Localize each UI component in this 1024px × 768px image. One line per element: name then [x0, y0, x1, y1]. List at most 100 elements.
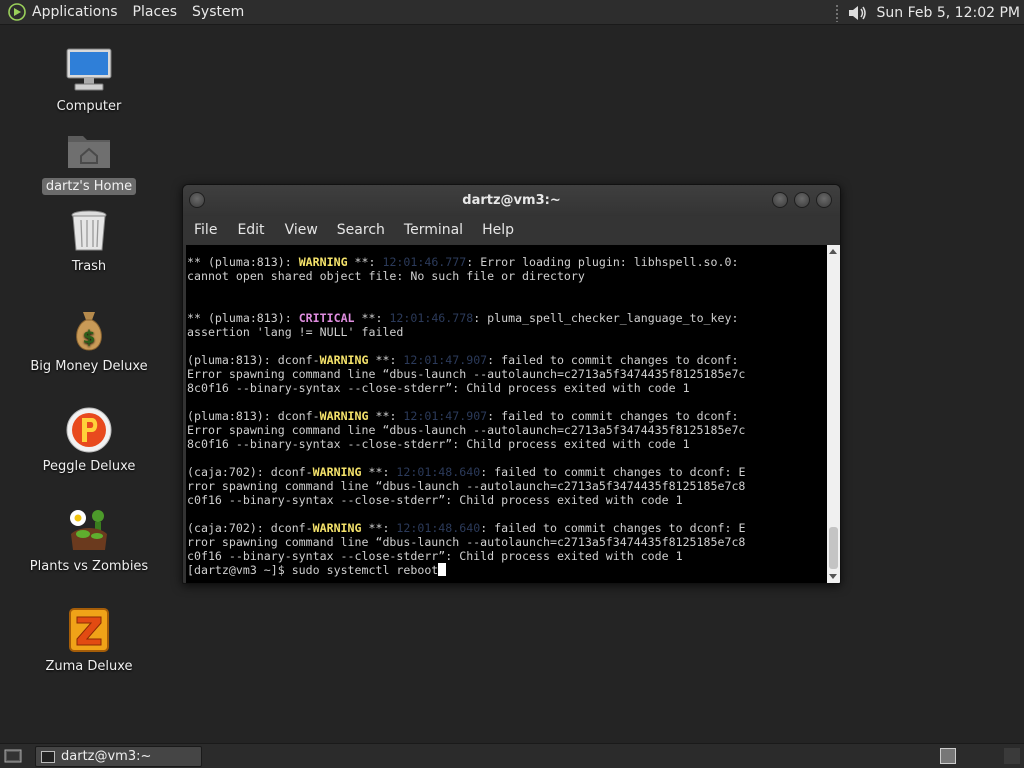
terminal-prompt-line[interactable]: [dartz@vm3 ~]$ sudo systemctl reboot — [187, 563, 828, 577]
maximize-button[interactable] — [794, 192, 810, 208]
timestamp-text: 12:01:48.640 — [396, 465, 481, 479]
show-desktop-icon[interactable] — [4, 748, 22, 764]
desktop-icon-label: Trash — [71, 259, 107, 274]
terminal-text: ** (pluma:813): — [187, 311, 299, 325]
terminal-text: : failed to commit changes to dconf: E — [480, 521, 746, 535]
desktop-icon-peggle[interactable]: Peggle Deluxe — [19, 406, 159, 475]
menu-system[interactable]: System — [192, 4, 244, 20]
terminal-text: rror spawning command line “dbus-launch … — [187, 479, 746, 493]
menu-view[interactable]: View — [285, 222, 318, 238]
warning-text: WARNING — [312, 465, 362, 479]
window-menu-button[interactable] — [189, 192, 205, 208]
minimize-button[interactable] — [772, 192, 788, 208]
timestamp-text: 12:01:46.777 — [382, 255, 467, 269]
warning-text: WARNING — [312, 521, 362, 535]
plants-vs-zombies-icon — [65, 506, 113, 554]
menu-applications[interactable]: Applications — [32, 4, 118, 20]
trash-icon — [65, 206, 113, 254]
timestamp-text: 12:01:47.907 — [403, 409, 488, 423]
terminal-line: (pluma:813): dconf-WARNING **: 12:01:47.… — [187, 409, 828, 423]
desktop-icon-zuma[interactable]: Zuma Deluxe — [19, 606, 159, 675]
terminal-text: **: — [361, 521, 397, 535]
terminal-text: : failed to commit changes to dconf: — [487, 409, 739, 423]
warning-text: WARNING — [319, 353, 369, 367]
window-title: dartz@vm3:~ — [462, 192, 561, 208]
terminal-text: **: — [368, 353, 404, 367]
scrollbar-thumb[interactable] — [829, 527, 838, 569]
desktop-icon-trash[interactable]: Trash — [19, 206, 159, 275]
desktop-icon-label: Computer — [56, 99, 122, 114]
window-titlebar[interactable]: dartz@vm3:~ — [183, 185, 840, 215]
terminal-text: : Error loading plugin: libhspell.so.0: — [466, 255, 739, 269]
workspace-2[interactable] — [1004, 748, 1020, 764]
menu-places[interactable]: Places — [133, 4, 178, 20]
timestamp-text: 12:01:46.778 — [389, 311, 474, 325]
terminal-text: c0f16 --binary-syntax --close-stderr”: C… — [187, 493, 683, 507]
panel-grip — [834, 3, 839, 22]
desktop-icon-home[interactable]: dartz's Home — [19, 126, 159, 195]
timestamp-text: 12:01:47.907 — [403, 353, 488, 367]
terminal-line: (pluma:813): dconf-WARNING **: 12:01:47.… — [187, 353, 828, 367]
terminal-scrollbar[interactable] — [827, 245, 840, 583]
warning-text: WARNING — [298, 255, 348, 269]
terminal-app-icon — [41, 750, 55, 763]
critical-text: CRITICAL — [298, 311, 355, 325]
terminal-line: rror spawning command line “dbus-launch … — [187, 535, 828, 549]
menu-help[interactable]: Help — [482, 222, 514, 238]
terminal-output[interactable]: ** (pluma:813): WARNING **: 12:01:46.777… — [186, 245, 828, 583]
terminal-line: (caja:702): dconf-WARNING **: 12:01:48.6… — [187, 521, 828, 535]
terminal-line: cannot open shared object file: No such … — [187, 269, 828, 283]
menu-terminal[interactable]: Terminal — [404, 222, 463, 238]
money-bag-icon: $ — [65, 306, 113, 354]
terminal-line: ** (pluma:813): CRITICAL **: 12:01:46.77… — [187, 311, 828, 325]
scroll-down-arrow[interactable] — [829, 574, 837, 579]
close-button[interactable] — [816, 192, 832, 208]
distro-logo-icon[interactable] — [8, 3, 26, 21]
terminal-text: 8c0f16 --binary-syntax --close-stderr”: … — [187, 381, 690, 395]
volume-icon[interactable] — [847, 3, 869, 23]
taskbar-label: dartz@vm3:~ — [61, 749, 152, 764]
workspace-1[interactable] — [940, 748, 956, 764]
panel-tray: Sun Feb 5, 12:02 PM — [834, 0, 1024, 25]
terminal-text: : failed to commit changes to dconf: — [487, 353, 739, 367]
terminal-text: (pluma:813): dconf- — [187, 409, 320, 423]
peggle-icon — [65, 406, 113, 454]
terminal-window: dartz@vm3:~ File Edit View Search Termin… — [182, 184, 841, 584]
terminal-text: rror spawning command line “dbus-launch … — [187, 535, 746, 549]
desktop-icon-big-money[interactable]: $ Big Money Deluxe — [19, 306, 159, 375]
warning-text: WARNING — [319, 409, 369, 423]
taskbar-terminal-button[interactable]: dartz@vm3:~ — [35, 746, 202, 767]
terminal-text: Error spawning command line “dbus-launch… — [187, 367, 746, 381]
menu-edit[interactable]: Edit — [237, 222, 264, 238]
timestamp-text: 12:01:48.640 — [396, 521, 481, 535]
desktop-icon-label: Big Money Deluxe — [30, 359, 148, 374]
menu-file[interactable]: File — [194, 222, 217, 238]
desktop-icon-plants-vs-zombies[interactable]: Plants vs Zombies — [19, 506, 159, 575]
terminal-line: 8c0f16 --binary-syntax --close-stderr”: … — [187, 381, 828, 395]
top-panel: Applications Places System Sun Feb 5, 12… — [0, 0, 1024, 25]
desktop-icon-label: dartz's Home — [41, 178, 137, 195]
terminal-text: **: — [347, 255, 383, 269]
terminal-menubar: File Edit View Search Terminal Help — [183, 216, 840, 244]
terminal-line: (caja:702): dconf-WARNING **: 12:01:48.6… — [187, 465, 828, 479]
terminal-text: **: — [368, 409, 404, 423]
menu-search[interactable]: Search — [337, 222, 385, 238]
terminal-text: c0f16 --binary-syntax --close-stderr”: C… — [187, 549, 683, 563]
scroll-up-arrow[interactable] — [829, 249, 837, 254]
bottom-panel: dartz@vm3:~ — [0, 743, 1024, 768]
text-cursor — [438, 563, 447, 576]
desktop-icon-computer[interactable]: Computer — [19, 46, 159, 115]
home-folder-icon — [65, 126, 113, 174]
terminal-line: 8c0f16 --binary-syntax --close-stderr”: … — [187, 437, 828, 451]
svg-text:$: $ — [83, 327, 96, 348]
clock[interactable]: Sun Feb 5, 12:02 PM — [877, 5, 1020, 21]
terminal-line: Error spawning command line “dbus-launch… — [187, 423, 828, 437]
terminal-text: **: — [354, 311, 390, 325]
desktop-icon-label: Peggle Deluxe — [42, 459, 136, 474]
shell-prompt: [dartz@vm3 ~]$ — [187, 563, 292, 577]
